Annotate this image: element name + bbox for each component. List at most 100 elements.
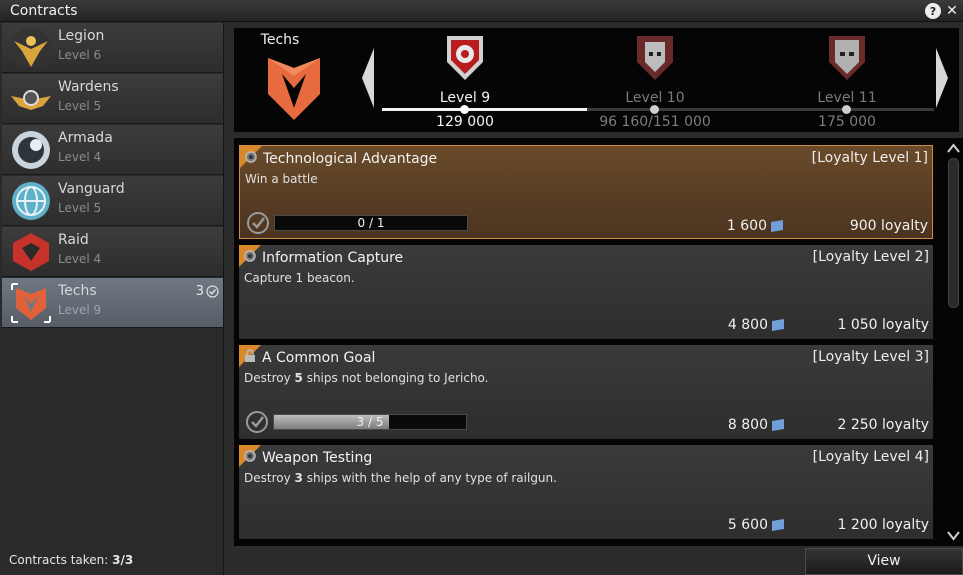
contract-loyalty: 900 loyalty <box>849 218 928 234</box>
contract-description: Destroy 3 ships with the help of any typ… <box>244 471 557 485</box>
scroll-thumb[interactable] <box>948 158 959 308</box>
header-faction-name: Techs <box>260 32 300 48</box>
credits-icon <box>772 419 784 431</box>
contract-title: Information Capture <box>262 250 404 266</box>
desc-count: 3 <box>294 471 303 485</box>
faction-name: Raid <box>58 232 89 248</box>
contract-credits: 5 600 <box>728 517 785 533</box>
previous-arrow-icon[interactable] <box>362 48 374 108</box>
faction-name: Techs <box>58 283 97 299</box>
help-icon[interactable]: ? <box>925 3 941 19</box>
close-icon[interactable]: ✕ <box>944 3 960 19</box>
faction-level: Level 6 <box>58 48 102 62</box>
contract-list-scrollbar[interactable] <box>944 138 963 546</box>
contract-loyalty: 1 050 loyalty <box>837 317 929 333</box>
rank-level-9-icon <box>447 36 483 80</box>
rank-label: Level 10 <box>625 90 685 106</box>
rank-level-11-icon <box>829 36 865 80</box>
faction-level: Level 5 <box>58 99 102 113</box>
sidebar-item-vanguard[interactable]: Vanguard Level 5 <box>2 176 223 226</box>
rank-level-10: Level 10 <box>585 32 725 106</box>
contract-credits: 1 600 <box>727 218 784 234</box>
checkmark-icon <box>247 212 269 234</box>
contract-list: Technological Advantage [Loyalty Level 1… <box>234 138 944 546</box>
rank-marker-later <box>842 105 851 114</box>
loyalty-progress-fill <box>382 108 587 111</box>
faction-level: Level 4 <box>58 150 102 164</box>
desc-text: Destroy <box>244 371 295 385</box>
badge-count: 3 <box>195 284 204 299</box>
lock-icon <box>245 349 255 362</box>
contract-card[interactable]: Information Capture [Loyalty Level 2] Ca… <box>239 245 933 339</box>
raid-hex-icon <box>13 233 49 271</box>
rank-label: Level 9 <box>439 90 491 106</box>
sidebar-item-raid[interactable]: Raid Level 4 <box>2 227 223 277</box>
contracts-taken-value: 3/3 <box>112 553 134 567</box>
sidebar-item-techs[interactable]: Techs Level 9 3 <box>2 278 223 328</box>
contract-progress-bar: 0 / 1 <box>274 215 468 231</box>
progress-text: 0 / 1 <box>357 216 385 230</box>
credits-value: 4 800 <box>727 317 768 333</box>
rank-level-10-icon <box>637 36 673 80</box>
desc-text: Destroy <box>244 471 295 485</box>
contract-credits: 4 800 <box>728 317 785 333</box>
faction-name: Vanguard <box>58 181 125 197</box>
contract-description: Capture 1 beacon. <box>244 271 355 285</box>
contracts-taken: Contracts taken: 3/3 <box>9 553 133 567</box>
contract-credits: 8 800 <box>728 417 785 433</box>
contract-description: Win a battle <box>245 172 318 186</box>
faction-header: Techs Level 9 Level 10 Level 11 129 000 … <box>234 28 959 132</box>
credits-icon <box>771 220 783 232</box>
contracts-taken-label: Contracts taken: <box>9 553 109 567</box>
contract-card[interactable]: Weapon Testing [Loyalty Level 4] Destroy… <box>239 445 933 539</box>
rank-level-11: Level 11 <box>777 32 917 106</box>
view-button[interactable]: View <box>805 548 963 575</box>
credits-value: 1 600 <box>726 218 767 234</box>
contracts-count-badge: 3 <box>196 284 219 299</box>
faction-sidebar: Legion Level 6 Wardens Level 5 Armada Le… <box>0 23 224 575</box>
sidebar-item-legion[interactable]: Legion Level 6 <box>2 23 223 73</box>
contract-title: A Common Goal <box>262 350 376 366</box>
rank-value: 96 160/151 000 <box>599 114 711 130</box>
sidebar-item-wardens[interactable]: Wardens Level 5 <box>2 74 223 124</box>
credits-value: 5 600 <box>727 517 768 533</box>
rank-level-9: Level 9 <box>395 32 535 106</box>
wardens-wings-icon <box>11 90 51 110</box>
credits-icon <box>772 319 784 331</box>
rank-value: 175 000 <box>818 114 876 130</box>
contract-requirement: [Loyalty Level 4] <box>812 449 929 465</box>
techs-faction-emblem <box>268 58 320 120</box>
loyalty-progress-track <box>382 105 934 114</box>
contract-card[interactable]: Technological Advantage [Loyalty Level 1… <box>239 145 933 239</box>
next-arrow-icon[interactable] <box>936 48 948 108</box>
rank-label: Level 11 <box>817 90 877 106</box>
credits-value: 8 800 <box>727 417 768 433</box>
desc-count: 5 <box>294 371 303 385</box>
contract-requirement: [Loyalty Level 2] <box>812 249 929 265</box>
progress-text: 3 / 5 <box>356 415 384 429</box>
title-bar: Contracts ? ✕ <box>0 0 963 22</box>
scroll-down-icon[interactable] <box>947 530 960 542</box>
window-title: Contracts <box>10 3 78 19</box>
contract-progress-bar: 3 / 5 <box>273 414 467 430</box>
gear-icon <box>245 151 257 163</box>
techs-shield-icon <box>11 283 51 323</box>
faction-name: Wardens <box>58 79 119 95</box>
rank-marker-current <box>460 105 469 114</box>
contract-loyalty: 2 250 loyalty <box>837 417 929 433</box>
scroll-up-icon[interactable] <box>947 142 960 154</box>
sidebar-item-armada[interactable]: Armada Level 4 <box>2 125 223 175</box>
contract-title: Weapon Testing <box>262 450 373 466</box>
faction-level: Level 5 <box>58 201 102 215</box>
rank-marker-next <box>650 105 659 114</box>
contract-card[interactable]: A Common Goal [Loyalty Level 3] Destroy … <box>239 345 933 439</box>
armada-planet-icon <box>12 131 50 169</box>
faction-name: Legion <box>58 28 105 44</box>
credits-icon <box>772 519 784 531</box>
checkmark-icon <box>206 285 219 298</box>
contract-requirement: [Loyalty Level 3] <box>812 349 929 365</box>
faction-name: Armada <box>58 130 113 146</box>
gear-icon <box>244 250 256 262</box>
contract-loyalty: 1 200 loyalty <box>837 517 929 533</box>
contract-requirement: [Loyalty Level 1] <box>811 150 928 166</box>
